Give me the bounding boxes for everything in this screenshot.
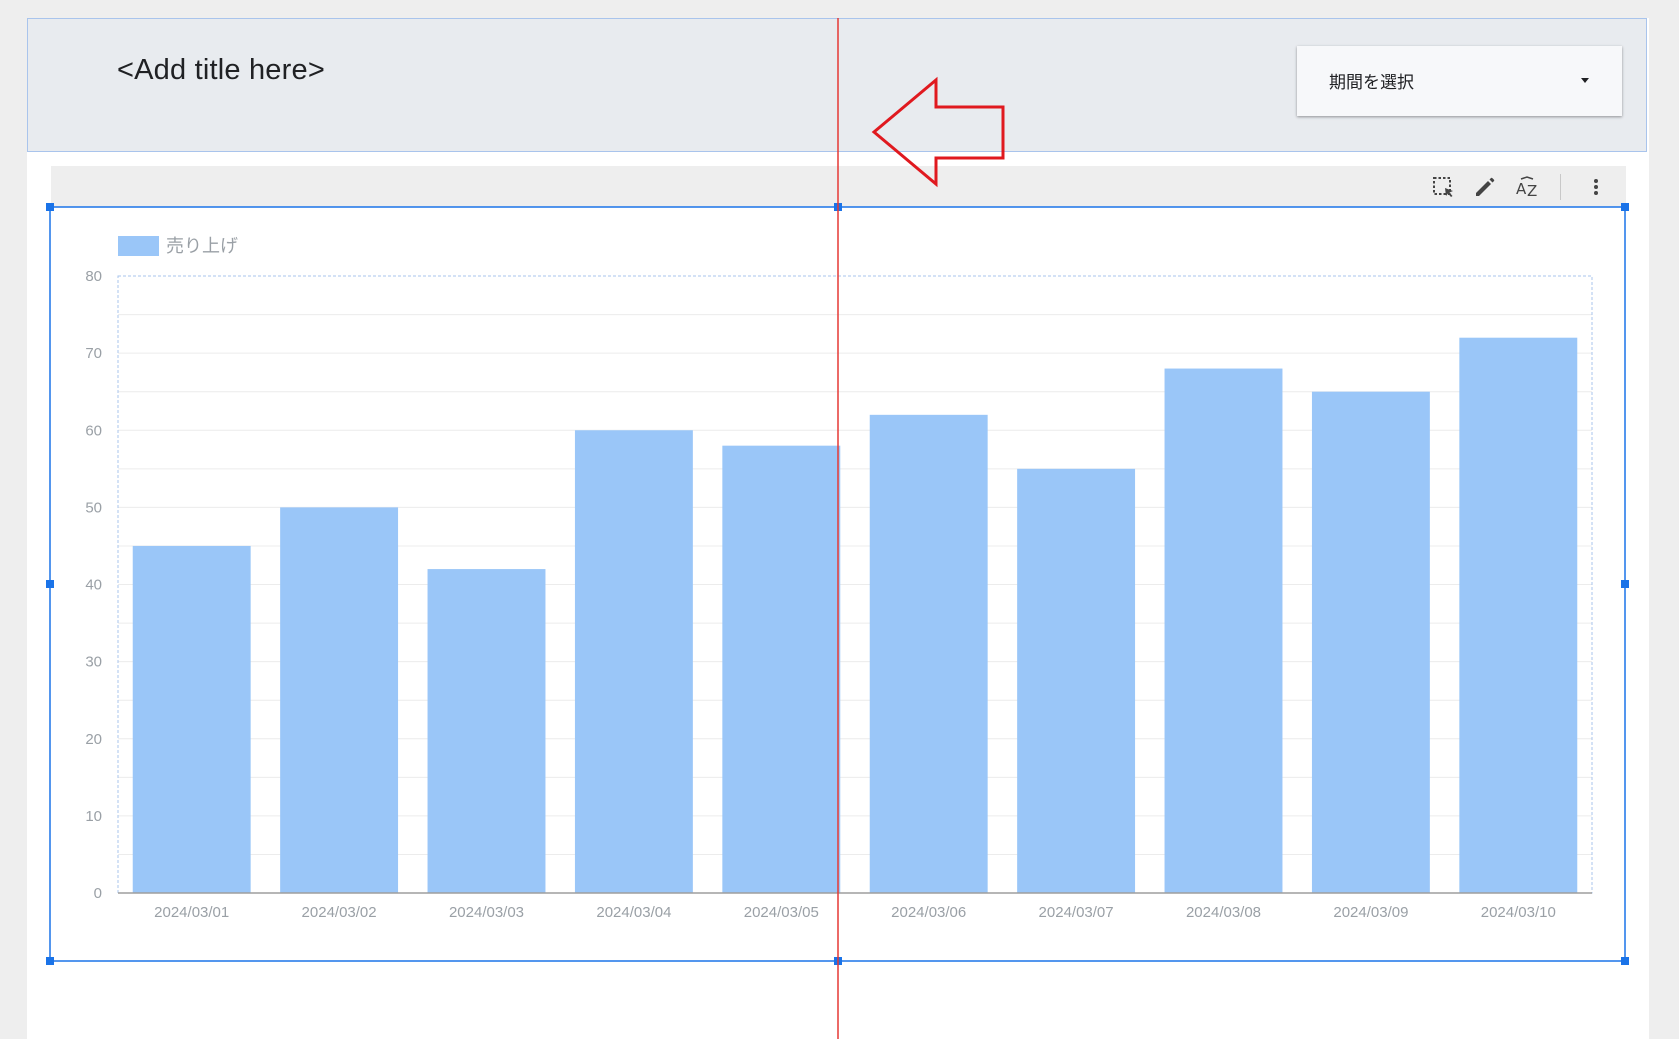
y-tick-label: 10	[85, 808, 102, 825]
x-tick-label: 2024/03/02	[302, 904, 377, 921]
resize-handle[interactable]	[46, 957, 54, 965]
bar[interactable]	[574, 430, 693, 893]
bar-chart[interactable]: 0 10 20 30 40 50 60 70 80 2024/03/01 2024/03/02 202…	[0, 0, 1679, 1039]
y-tick-label: 70	[85, 345, 102, 362]
x-tick-label: 2024/03/05	[744, 904, 819, 921]
x-tick-label: 2024/03/06	[891, 904, 966, 921]
x-tick-label: 2024/03/01	[154, 904, 229, 921]
bar[interactable]	[722, 445, 841, 893]
y-tick-label: 60	[85, 422, 102, 439]
bar[interactable]	[1459, 337, 1578, 893]
y-tick-label: 80	[85, 268, 102, 285]
x-tick-label: 2024/03/03	[449, 904, 524, 921]
bar[interactable]	[280, 507, 399, 893]
x-tick-label: 2024/03/04	[596, 904, 671, 921]
resize-handle[interactable]	[1621, 957, 1629, 965]
resize-handle[interactable]	[46, 580, 54, 588]
resize-handle[interactable]	[1621, 203, 1629, 211]
y-tick-label: 50	[85, 499, 102, 516]
resize-handle[interactable]	[1621, 580, 1629, 588]
report-canvas: <Add title here> 期間を選択 A Z 0 10 20 30 40…	[0, 0, 1679, 1039]
bar[interactable]	[869, 414, 988, 893]
y-tick-label: 0	[94, 885, 102, 902]
x-tick-label: 2024/03/10	[1481, 904, 1556, 921]
x-tick-label: 2024/03/09	[1333, 904, 1408, 921]
resize-handle[interactable]	[46, 203, 54, 211]
bar[interactable]	[1164, 368, 1283, 893]
bar[interactable]	[1017, 468, 1136, 893]
bar[interactable]	[427, 569, 546, 893]
legend-swatch	[118, 236, 159, 256]
bar[interactable]	[1311, 391, 1430, 893]
legend-label: 売り上げ	[166, 236, 238, 257]
y-tick-label: 20	[85, 731, 102, 748]
y-tick-label: 40	[85, 577, 102, 594]
x-tick-label: 2024/03/07	[1039, 904, 1114, 921]
bar[interactable]	[132, 545, 251, 893]
x-tick-label: 2024/03/08	[1186, 904, 1261, 921]
y-tick-label: 30	[85, 654, 102, 671]
